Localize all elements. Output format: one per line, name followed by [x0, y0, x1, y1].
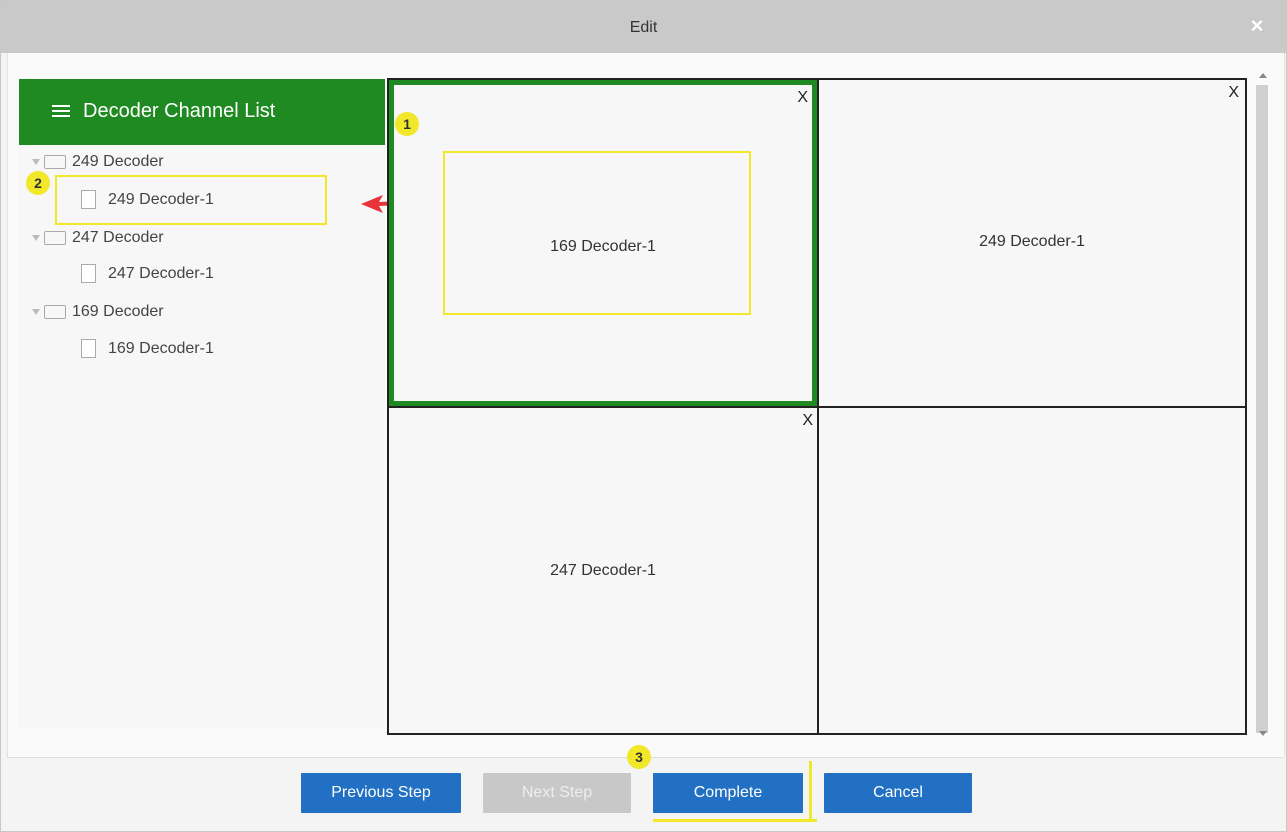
step-badge-1: 1: [395, 112, 419, 136]
grid-cell-4[interactable]: [819, 408, 1245, 733]
menu-icon[interactable]: [52, 101, 70, 121]
tree-item-247-decoder-1[interactable]: 247 Decoder-1: [81, 261, 214, 287]
tree-group-label: 249 Decoder: [72, 153, 164, 170]
scroll-down-icon[interactable]: [1259, 731, 1267, 736]
file-icon: [81, 339, 96, 359]
file-icon: [81, 264, 96, 284]
tree-group-label: 247 Decoder: [72, 229, 164, 246]
cancel-button[interactable]: Cancel: [824, 773, 972, 813]
scroll-up-icon[interactable]: [1259, 73, 1267, 78]
tree-group-249[interactable]: 249 Decoder: [32, 149, 164, 175]
tree-group-label: 169 Decoder: [72, 303, 164, 320]
expand-icon[interactable]: [32, 158, 40, 165]
complete-button[interactable]: Complete: [653, 773, 803, 813]
grid-divider: [389, 406, 1245, 408]
tree-item-label: 169 Decoder-1: [108, 340, 214, 357]
folder-icon: [44, 154, 66, 169]
tree-item-169-decoder-1[interactable]: 169 Decoder-1: [81, 336, 214, 362]
cell-label: 247 Decoder-1: [550, 562, 656, 579]
close-icon[interactable]: ×: [1246, 15, 1268, 37]
expand-icon[interactable]: [32, 234, 40, 241]
scrollbar[interactable]: [1253, 69, 1273, 741]
step-badge-2: 2: [26, 171, 50, 195]
folder-icon: [44, 304, 66, 319]
scroll-thumb[interactable]: [1256, 85, 1268, 733]
cell-close-icon[interactable]: X: [802, 412, 813, 430]
sidebar-title: Decoder Channel List: [83, 100, 276, 122]
tree-item-highlight: [55, 175, 327, 225]
complete-highlight-edge: [809, 761, 812, 821]
title-bar: Edit ×: [1, 1, 1286, 53]
cell-highlight: [443, 151, 751, 315]
tree-group-169[interactable]: 169 Decoder: [32, 299, 164, 325]
sidebar-header: Decoder Channel List: [19, 79, 385, 145]
tree-item-label: 247 Decoder-1: [108, 265, 214, 282]
grid-cell-3[interactable]: 247 Decoder-1 X: [389, 408, 817, 733]
tree-group-247[interactable]: 247 Decoder: [32, 225, 164, 251]
dialog-footer: [7, 757, 1283, 828]
expand-icon[interactable]: [32, 308, 40, 315]
step-badge-3: 3: [627, 745, 651, 769]
grid-cell-2[interactable]: 249 Decoder-1 X: [819, 80, 1245, 406]
dialog-title: Edit: [629, 19, 658, 36]
previous-step-button[interactable]: Previous Step: [301, 773, 461, 813]
cell-close-icon[interactable]: X: [797, 89, 808, 107]
next-step-button[interactable]: Next Step: [483, 773, 631, 813]
edit-dialog: Edit × Decoder Channel List 249 Decoder …: [0, 0, 1287, 832]
cell-label: 249 Decoder-1: [979, 233, 1085, 250]
cell-close-icon[interactable]: X: [1228, 84, 1239, 102]
complete-underline: [653, 819, 817, 822]
folder-icon: [44, 230, 66, 245]
